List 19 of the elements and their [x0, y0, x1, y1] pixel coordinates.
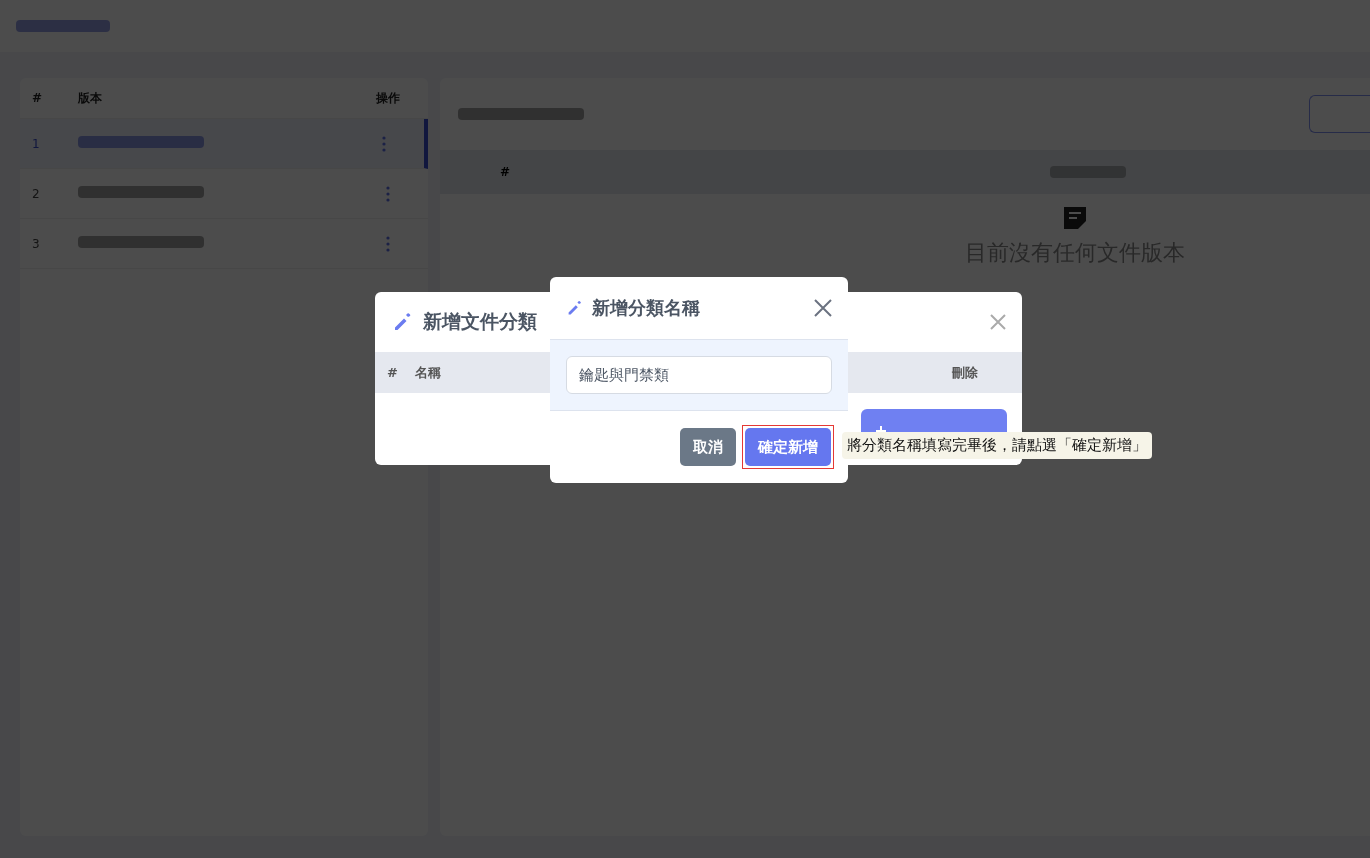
confirm-button[interactable]: 確定新增: [745, 428, 831, 466]
column-header: #: [31, 91, 44, 105]
column-header: 版本: [77, 89, 103, 107]
column-header: #: [386, 365, 399, 380]
cancel-button[interactable]: 取消: [680, 428, 736, 466]
tooltip: 將分類名稱填寫完畢後，請點選「確定新增」: [842, 432, 1152, 459]
column-header: #: [499, 165, 511, 179]
pencil-icon: [567, 300, 583, 316]
dialog-title: 新增分類名稱: [592, 296, 700, 320]
close-icon[interactable]: [813, 298, 833, 318]
dialog-title: 新增文件分類: [423, 309, 537, 334]
category-name-field[interactable]: 鑰匙與門禁類: [566, 356, 832, 394]
pencil-icon: [393, 312, 413, 332]
column-header: 刪除: [952, 363, 979, 382]
close-icon[interactable]: [988, 312, 1008, 332]
column-header: 名稱: [415, 363, 441, 382]
column-header: 操作: [375, 89, 401, 107]
row-number: 3: [31, 236, 41, 251]
row-number: 2: [31, 186, 41, 201]
